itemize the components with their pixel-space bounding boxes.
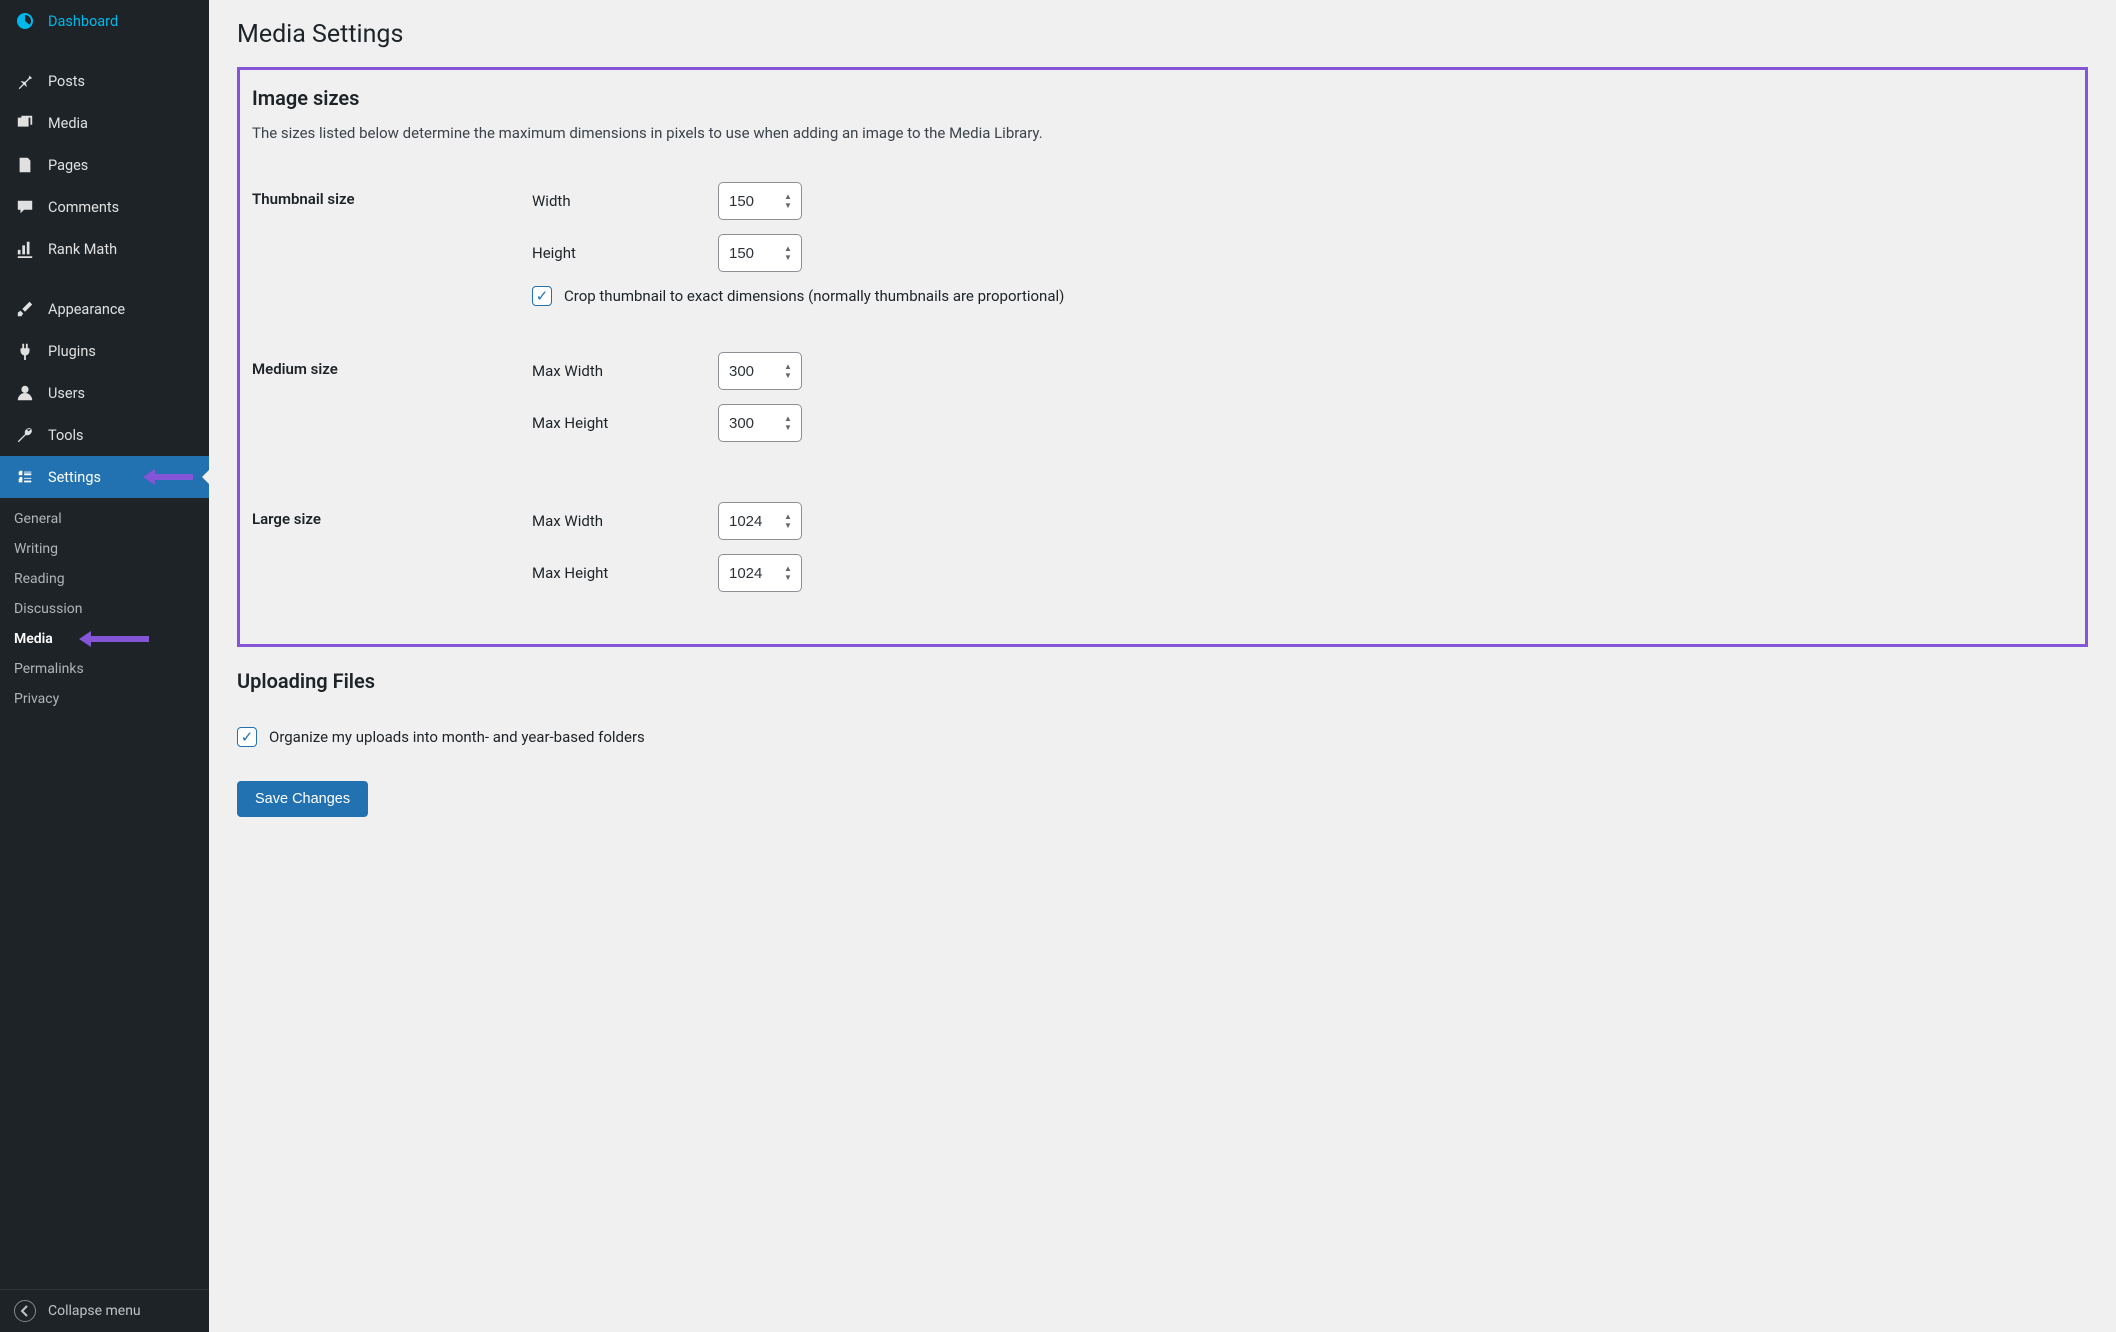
settings-icon [14,466,36,488]
sidebar-item-label: Plugins [48,343,96,360]
sidebar-item-posts[interactable]: Posts [0,60,209,102]
submenu-item-reading[interactable]: Reading [0,564,209,594]
plug-icon [14,340,36,362]
number-stepper[interactable]: ▲▼ [784,506,798,536]
comment-icon [14,196,36,218]
collapse-menu-button[interactable]: Collapse menu [0,1289,209,1332]
user-icon [14,382,36,404]
sidebar-item-rank-math[interactable]: Rank Math [0,228,209,270]
sidebar-item-plugins[interactable]: Plugins [0,330,209,372]
submenu-item-writing[interactable]: Writing [0,534,209,564]
main-content: Media Settings Image sizes The sizes lis… [209,0,2116,1332]
dashboard-icon [14,10,36,32]
save-changes-button[interactable]: Save Changes [237,781,368,817]
medium-size-heading: Medium size [252,342,532,466]
submenu-label: General [14,511,62,527]
large-max-height-label: Max Height [532,564,718,582]
large-size-heading: Large size [252,492,532,616]
sidebar-item-label: Settings [48,469,101,486]
settings-submenu: General Writing Reading Discussion Media… [0,498,209,720]
sidebar-item-label: Posts [48,73,85,90]
sidebar-item-users[interactable]: Users [0,372,209,414]
sidebar-item-label: Rank Math [48,241,117,258]
sidebar-item-pages[interactable]: Pages [0,144,209,186]
brush-icon [14,298,36,320]
submenu-label: Permalinks [14,661,84,677]
number-stepper[interactable]: ▲▼ [784,408,798,438]
thumbnail-width-label: Width [532,192,718,210]
wrench-icon [14,424,36,446]
image-sizes-section: Image sizes The sizes listed below deter… [237,67,2088,647]
number-stepper[interactable]: ▲▼ [784,186,798,216]
submenu-label: Reading [14,571,65,587]
submenu-item-general[interactable]: General [0,504,209,534]
collapse-icon [14,1300,36,1322]
sidebar-item-media[interactable]: Media [0,102,209,144]
sidebar-item-label: Media [48,115,88,132]
medium-max-width-label: Max Width [532,362,718,380]
submenu-label: Media [14,631,53,647]
collapse-label: Collapse menu [48,1303,141,1319]
organize-uploads-checkbox[interactable]: ✓ [237,727,257,747]
sidebar-item-label: Dashboard [48,13,118,30]
submenu-item-discussion[interactable]: Discussion [0,594,209,624]
admin-sidebar: Dashboard Posts Media Pages Comments Ran… [0,0,209,1332]
pages-icon [14,154,36,176]
submenu-label: Discussion [14,601,82,617]
sidebar-item-label: Tools [48,427,84,444]
sidebar-item-comments[interactable]: Comments [0,186,209,228]
pointer-arrow-icon [79,629,149,649]
sidebar-item-label: Comments [48,199,119,216]
sidebar-item-label: Pages [48,157,88,174]
sidebar-item-settings[interactable]: Settings [0,456,209,498]
number-stepper[interactable]: ▲▼ [784,558,798,588]
sidebar-item-dashboard[interactable]: Dashboard [0,0,209,42]
submenu-label: Writing [14,541,58,557]
submenu-item-permalinks[interactable]: Permalinks [0,654,209,684]
thumbnail-height-label: Height [532,244,718,262]
large-max-width-label: Max Width [532,512,718,530]
submenu-item-privacy[interactable]: Privacy [0,684,209,714]
image-sizes-heading: Image sizes [252,86,2073,110]
sidebar-item-label: Users [48,385,85,402]
number-stepper[interactable]: ▲▼ [784,238,798,268]
chart-icon [14,238,36,260]
sidebar-item-appearance[interactable]: Appearance [0,288,209,330]
sidebar-item-label: Appearance [48,301,125,318]
submenu-label: Privacy [14,691,59,707]
sidebar-item-tools[interactable]: Tools [0,414,209,456]
medium-max-height-label: Max Height [532,414,718,432]
pin-icon [14,70,36,92]
thumbnail-crop-checkbox[interactable]: ✓ [532,286,552,306]
organize-uploads-label: Organize my uploads into month- and year… [269,728,645,746]
thumbnail-size-heading: Thumbnail size [252,172,532,316]
pointer-arrow-icon [143,467,193,487]
uploading-files-heading: Uploading Files [237,669,2088,693]
media-icon [14,112,36,134]
page-title: Media Settings [237,20,2088,49]
submenu-item-media[interactable]: Media [0,624,209,654]
thumbnail-crop-label: Crop thumbnail to exact dimensions (norm… [564,287,1064,305]
number-stepper[interactable]: ▲▼ [784,356,798,386]
image-sizes-description: The sizes listed below determine the max… [252,124,2073,142]
